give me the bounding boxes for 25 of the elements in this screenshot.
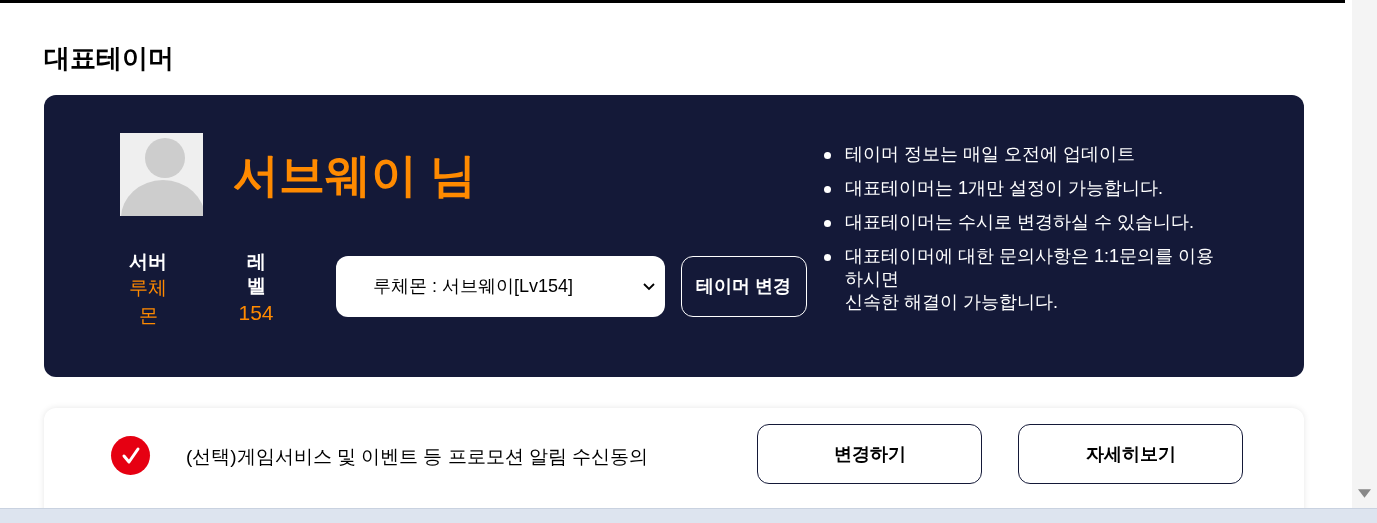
scroll-down-arrow-icon[interactable] [1358, 489, 1371, 498]
note-text: 테이머 정보는 매일 오전에 업데이트 [845, 143, 1135, 166]
details-button[interactable]: 자세히보기 [1018, 424, 1243, 484]
note-text: 대표테이머는 1개만 설정이 가능합니다. [845, 177, 1163, 200]
check-icon [120, 445, 141, 466]
tamer-select[interactable]: 루체몬 : 서브웨이[Lv154] [336, 256, 665, 317]
server-value: 루체몬 [128, 275, 168, 328]
level-label: 레벨 [245, 250, 267, 298]
change-tamer-button[interactable]: 테이머 변경 [681, 256, 807, 317]
consent-label: (선택)게임서비스 및 이벤트 등 프로모션 알림 수신동의 [186, 445, 649, 469]
bullet-icon [824, 186, 831, 193]
section-title: 대표테이머 [44, 45, 175, 71]
avatar-person-icon [120, 133, 203, 216]
bullet-icon [824, 254, 831, 261]
change-button[interactable]: 변경하기 [757, 424, 982, 484]
bullet-icon [824, 220, 831, 227]
bullet-icon [824, 152, 831, 159]
note-text: 대표테이머에 대한 문의사항은 1:1문의를 이용 하시면 신속한 해결이 가능합니다. [845, 245, 1216, 314]
scrollbar[interactable] [1352, 0, 1377, 508]
chevron-down-icon [643, 282, 655, 291]
checkbox[interactable] [111, 436, 150, 475]
level-value: 154 [238, 300, 274, 326]
note-text: 대표테이머는 수시로 변경하실 수 있습니다. [845, 211, 1194, 234]
tamer-name: 서브웨이 님 [233, 151, 476, 198]
server-label: 서버 [129, 250, 167, 274]
